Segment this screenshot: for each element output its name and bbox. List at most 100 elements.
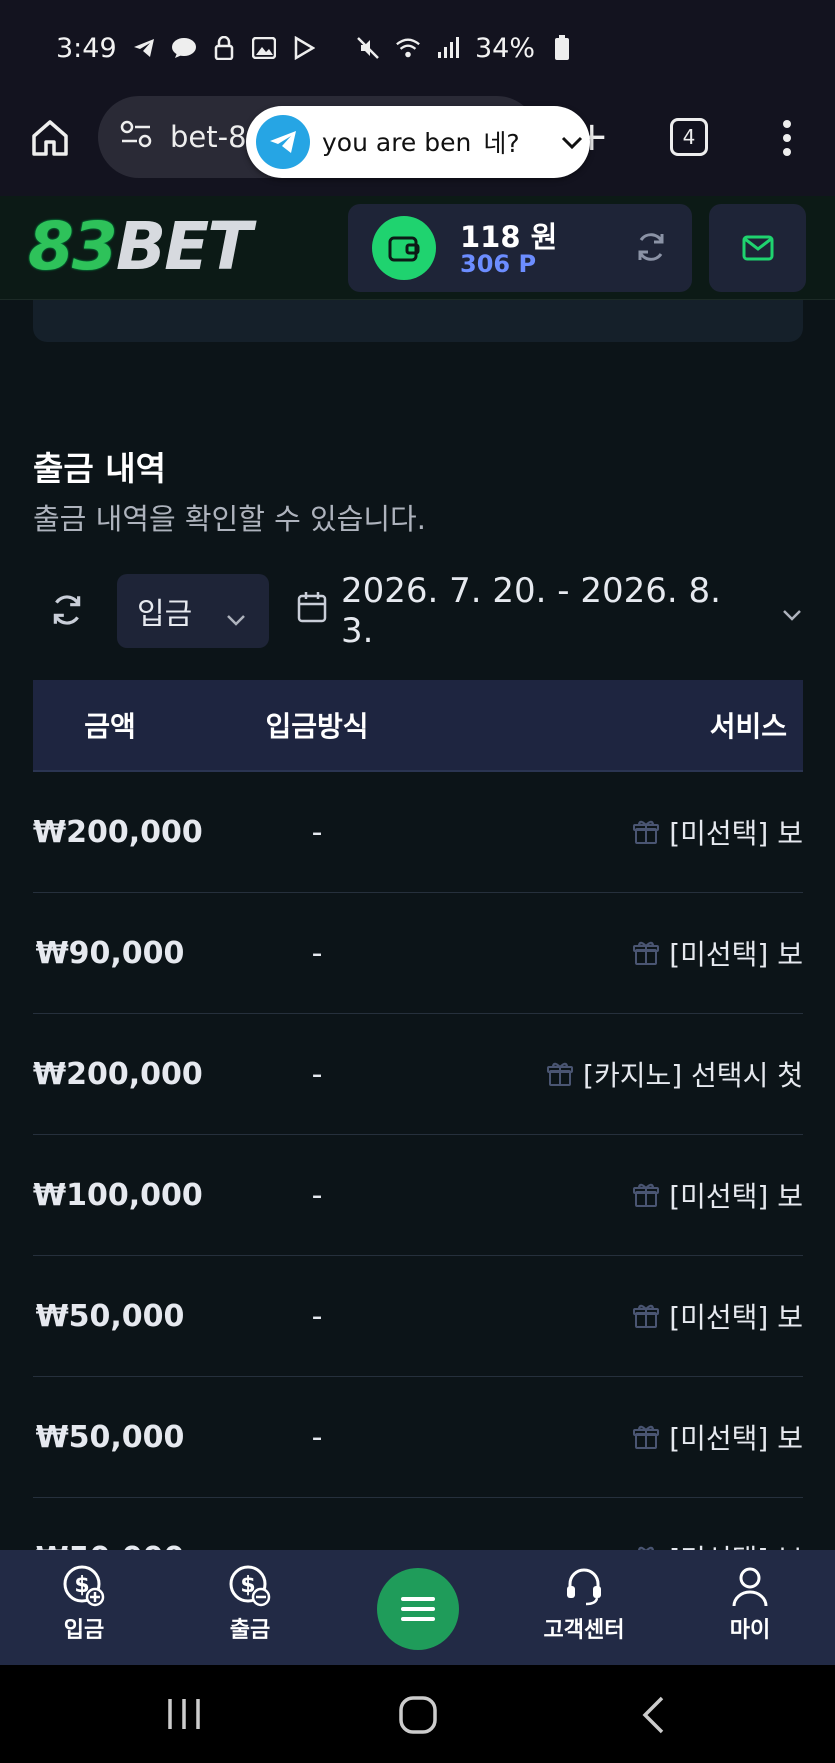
table-row[interactable]: ₩200,000 - [카지노] 선택시 첫 <box>33 1014 803 1135</box>
cell-amount: ₩50,000 <box>35 1298 185 1334</box>
recent-apps-icon[interactable] <box>166 1697 202 1735</box>
signal-icon <box>435 35 461 61</box>
type-select[interactable]: 입금 <box>117 574 269 648</box>
site-settings-icon[interactable] <box>120 119 152 156</box>
gift-icon <box>633 820 660 844</box>
home-icon[interactable] <box>28 116 72 160</box>
table-row[interactable]: ₩200,000 - [미선택] 보 <box>33 772 803 893</box>
mute-icon <box>355 35 381 61</box>
talk-notification-icon <box>171 35 197 61</box>
date-range-picker[interactable]: 2026. 7. 20. - 2026. 8. 3. <box>297 571 803 651</box>
gift-icon <box>633 941 660 965</box>
page-title: 출금 내역 <box>33 449 166 488</box>
service-text: [미선택] 보 <box>669 817 803 850</box>
nav-my-label: 마이 <box>729 1618 771 1643</box>
cell-method: - <box>311 814 323 850</box>
mail-button[interactable] <box>709 204 806 292</box>
service-text: [미선택] 보 <box>669 1180 803 1213</box>
column-header-method: 입금방식 <box>265 710 369 743</box>
battery-icon <box>549 35 575 61</box>
cell-amount: ₩200,000 <box>33 814 203 850</box>
nav-support-label: 고객센터 <box>543 1618 625 1643</box>
nav-my[interactable]: 마이 <box>690 1564 810 1644</box>
battery-percent: 34% <box>474 32 535 64</box>
column-header-amount: 금액 <box>84 710 136 743</box>
chevron-down-icon[interactable] <box>560 128 584 157</box>
wallet-icon <box>372 216 436 280</box>
tab-switcher-button[interactable]: 4 <box>670 118 708 156</box>
service-text: [미선택] 보 <box>669 1301 803 1334</box>
headset-icon <box>567 1568 601 1606</box>
cell-service: [미선택] 보 <box>447 812 803 852</box>
url-text: bet-8 <box>170 120 247 154</box>
status-bar: 3:49 34% <box>0 0 835 96</box>
points-amount: 306 P <box>460 250 537 278</box>
date-range-text: 2026. 7. 20. - 2026. 8. 3. <box>341 571 721 651</box>
cell-service: [미선택] 보 <box>447 1296 803 1336</box>
refresh-icon[interactable] <box>634 230 668 264</box>
cell-method: - <box>311 1056 323 1092</box>
service-text: [미선택] 보 <box>669 1422 803 1455</box>
table-row[interactable]: ₩90,000 - [미선택] 보 <box>33 893 803 1014</box>
column-header-service: 서비스 <box>709 710 787 743</box>
user-icon <box>732 1567 768 1607</box>
type-select-value: 입금 <box>137 597 193 632</box>
home-button-icon[interactable] <box>398 1695 438 1739</box>
main-menu-button[interactable] <box>377 1568 459 1650</box>
table-row[interactable]: ₩50,000-[미선택] 보 <box>33 1498 803 1550</box>
service-text: [미선택] 보 <box>669 1538 803 1550</box>
more-menu-icon[interactable] <box>778 118 796 158</box>
table-body: ₩200,000 - [미선택] 보 ₩90,000 - [미선택] 보 ₩200,000 -… <box>33 772 803 1550</box>
cell-service: [카지노] 선택시 첫 <box>447 1054 803 1094</box>
site-logo[interactable]: 83BET <box>28 208 252 285</box>
cell-service: [미선택] 보 <box>447 1175 803 1215</box>
table-header: 금액 입금방식 서비스 <box>33 680 803 772</box>
browser-toolbar: bet-8 + 4 you are ben 네? <box>0 96 835 196</box>
nav-withdraw[interactable]: $ 출금 <box>190 1564 310 1644</box>
lock-notification-icon <box>211 35 237 61</box>
cell-amount: ₩100,000 <box>33 1177 203 1213</box>
telegram-icon <box>256 115 310 169</box>
cell-amount: ₩90,000 <box>35 935 185 971</box>
cell-method: - <box>311 1419 323 1455</box>
table-row[interactable]: ₩50,000 - [미선택] 보 <box>33 1377 803 1498</box>
nav-deposit-label: 입금 <box>63 1618 105 1643</box>
cell-amount: ₩50,000 <box>35 1419 185 1455</box>
cell-method: - <box>311 1298 323 1334</box>
play-store-notification-icon <box>291 35 317 61</box>
cell-amount: ₩50,000 <box>33 1541 187 1551</box>
history-table: 금액 입금방식 서비스 ₩200,000 - [미선택] 보 ₩90,000 - [미선택… <box>33 680 803 1550</box>
gift-icon <box>547 1062 574 1086</box>
previous-card-edge <box>33 300 803 342</box>
bottom-navigation: $ 입금 $ 출금 고객센터 마이 <box>0 1550 835 1665</box>
nav-support[interactable]: 고객센터 <box>524 1564 644 1644</box>
telegram-chat-bubble[interactable]: you are ben 네? <box>246 106 590 178</box>
cell-amount: ₩200,000 <box>33 1056 203 1092</box>
cell-service: [미선택] 보 <box>447 1417 803 1457</box>
cell-method: - <box>311 1177 323 1213</box>
filter-bar: 입금 2026. 7. 20. - 2026. 8. 3. <box>33 571 803 651</box>
gift-icon <box>633 1425 660 1449</box>
nav-withdraw-label: 출금 <box>229 1618 271 1643</box>
telegram-notification-icon <box>131 35 157 61</box>
table-row[interactable]: ₩50,000 - [미선택] 보 <box>33 1256 803 1377</box>
gift-icon <box>633 1183 660 1207</box>
nav-deposit[interactable]: $ 입금 <box>24 1564 144 1644</box>
cell-method: - <box>311 935 323 971</box>
cell-service: [미선택] 보 <box>447 933 803 973</box>
refresh-icon[interactable] <box>49 592 85 628</box>
wifi-icon <box>395 35 421 61</box>
toast-message: 네? <box>483 129 520 158</box>
table-row[interactable]: ₩100,000 - [미선택] 보 <box>33 1135 803 1256</box>
wallet-panel[interactable]: 118 원 306 P <box>348 204 692 292</box>
hamburger-icon <box>401 1597 435 1621</box>
main-content: 출금 내역 출금 내역을 확인할 수 있습니다. 입금 2026. 7. 20.… <box>0 300 835 1550</box>
gallery-notification-icon <box>251 35 277 61</box>
service-text: [미선택] 보 <box>669 938 803 971</box>
mail-icon <box>742 235 773 261</box>
withdraw-icon: $ <box>229 1565 271 1607</box>
chevron-down-icon <box>781 591 803 631</box>
back-icon[interactable] <box>640 1695 666 1739</box>
calendar-icon <box>297 591 327 632</box>
system-navigation-bar <box>0 1665 835 1763</box>
